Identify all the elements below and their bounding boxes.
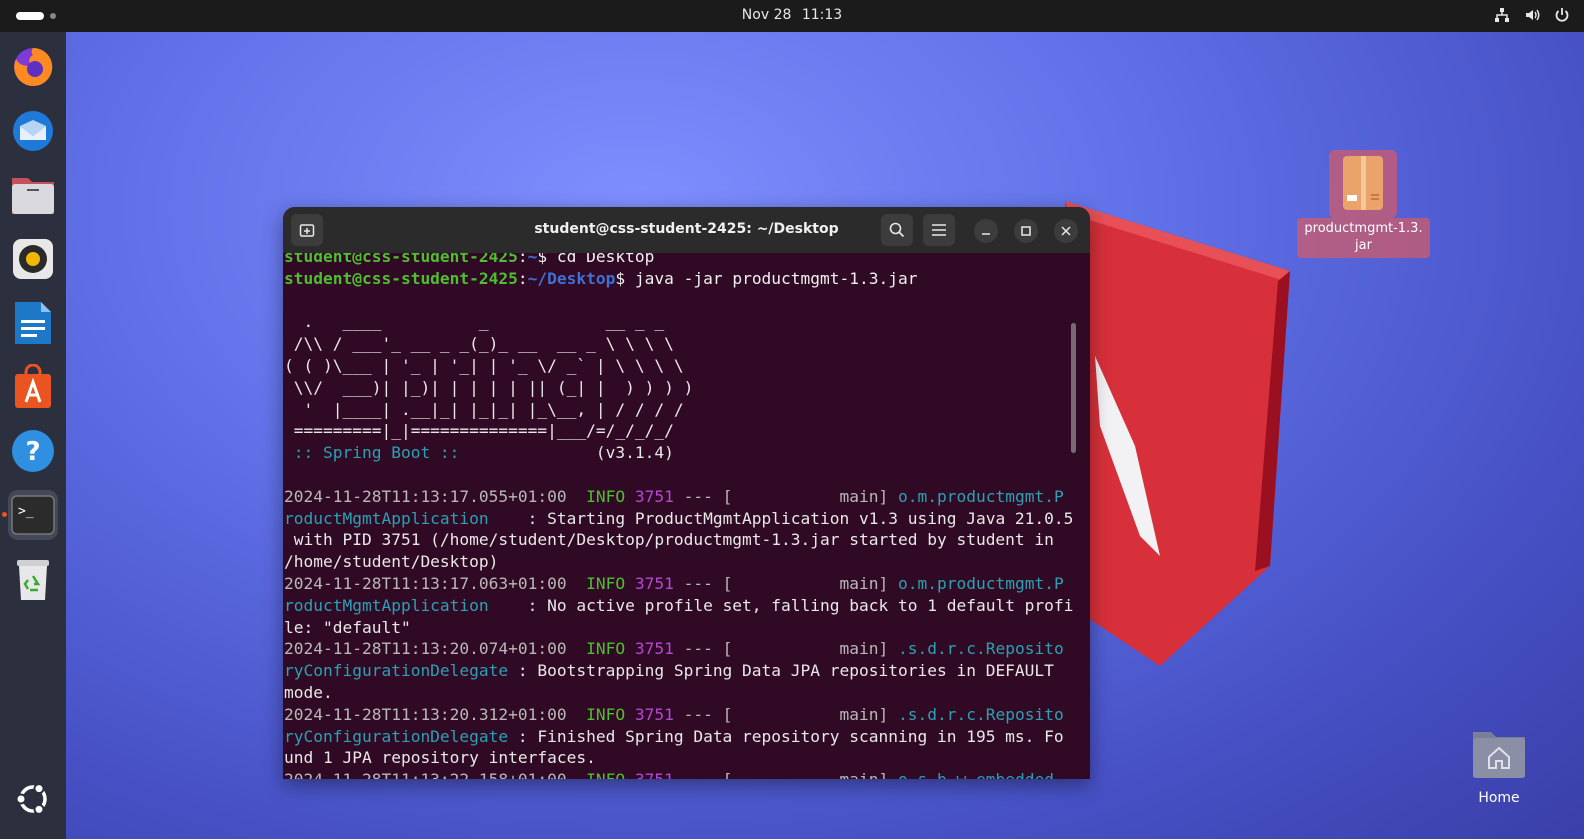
dock-files[interactable] <box>8 170 58 220</box>
close-icon <box>1061 226 1071 236</box>
minimize-icon <box>982 233 990 235</box>
desktop-home-folder[interactable]: Home <box>1466 726 1532 816</box>
app-center-icon <box>15 364 51 408</box>
log-line: with PID 3751 (/home/student/Desktop/pro… <box>284 530 1054 550</box>
banner-line: /\\ / ___'_ __ _ _(_)_ __ __ _ \ \ \ \ <box>284 334 674 354</box>
files-icon <box>12 178 54 214</box>
log-line: roductMgmtApplication : Starting Product… <box>284 508 1074 528</box>
dock-terminal[interactable]: >_ <box>8 490 58 540</box>
power-icon <box>1555 8 1569 22</box>
dock-thunderbird[interactable] <box>8 106 58 156</box>
maximize-button[interactable] <box>1014 219 1038 243</box>
search-icon <box>889 222 905 238</box>
top-bar: Nov 28 11:13 <box>0 0 1584 32</box>
banner-line: \\/ ___)| |_)| | | | | || (_| | ) ) ) ) <box>284 377 694 397</box>
jar-icon-highlight <box>1329 150 1397 218</box>
firefox-icon <box>14 47 53 86</box>
dock-help[interactable]: ? <box>8 426 58 476</box>
clock-date: Nov 28 <box>741 7 792 23</box>
help-icon: ? <box>12 430 54 472</box>
banner-line: . ____ _ __ _ _ <box>284 312 665 332</box>
system-tray[interactable] <box>1494 7 1570 23</box>
log-line: 2024-11-28T11:13:20.312+01:00 INFO 3751 … <box>284 704 1064 724</box>
home-folder-label: Home <box>1478 790 1520 806</box>
terminal-line-prev-command: student@css-student-2425:~$ cd Desktop <box>284 253 655 266</box>
clock-time: 11:13 <box>801 7 843 23</box>
terminal-running-indicator <box>2 512 7 517</box>
ubuntu-icon <box>15 783 47 815</box>
log-line: 2024-11-28T11:13:20.074+01:00 INFO 3751 … <box>284 639 1064 659</box>
svg-text:>_: >_ <box>18 504 34 519</box>
banner-line: =========|_|==============|___/=/_/_/_/ <box>284 421 674 441</box>
dock: ? >_ <box>0 32 66 839</box>
hamburger-menu-icon <box>932 224 946 236</box>
terminal-lines: student@css-student-2425:~$ cd Desktop st… <box>284 253 1073 779</box>
log-line: und 1 JPA repository interfaces. <box>284 748 596 768</box>
banner-line: ' |____| .__|_| |_|_| |_\__, | / / / / <box>284 399 684 419</box>
network-icon <box>1495 8 1509 22</box>
terminal-scrollbar[interactable] <box>1071 323 1076 453</box>
search-button[interactable] <box>881 214 913 246</box>
close-button[interactable] <box>1054 219 1078 243</box>
home-folder-icon <box>1473 732 1525 778</box>
svg-text:?: ? <box>25 437 40 467</box>
trash-icon <box>17 560 49 600</box>
log-line: 2024-11-28T11:13:17.055+01:00 INFO 3751 … <box>284 486 1064 506</box>
dock-rhythmbox[interactable] <box>8 234 58 284</box>
terminal-line-command: student@css-student-2425:~/Desktop$ java… <box>284 268 918 288</box>
dock-app-center[interactable] <box>8 362 58 412</box>
jar-file-label: productmgmt-1.3. jar <box>1297 218 1430 258</box>
banner-line: ( ( )\___ | '_ | '_| | '_ \/ _` | \ \ \ … <box>284 355 684 375</box>
log-line: ryConfigurationDelegate : Finished Sprin… <box>284 726 1064 746</box>
terminal-title: student@css-student-2425: ~/Desktop <box>534 221 839 237</box>
log-line: le: "default" <box>284 617 411 637</box>
dock-writer[interactable] <box>8 298 58 348</box>
terminal-header-bar[interactable]: student@css-student-2425: ~/Desktop <box>283 207 1090 253</box>
clock[interactable]: Nov 28 11:13 <box>0 7 1584 23</box>
dock-firefox[interactable] <box>8 42 58 92</box>
terminal-window[interactable]: student@css-student-2425: ~/Desktop stud… <box>283 207 1090 779</box>
log-line: /home/student/Desktop) <box>284 552 499 572</box>
log-line: 2024-11-28T11:13:17.063+01:00 INFO 3751 … <box>284 573 1064 593</box>
volume-icon <box>1526 9 1540 21</box>
log-line: mode. <box>284 682 333 702</box>
spring-boot-version-line: :: Spring Boot :: (v3.1.4) <box>284 443 674 463</box>
log-line: ryConfigurationDelegate : Bootstrapping … <box>284 661 1054 681</box>
minimize-button[interactable] <box>974 219 998 243</box>
menu-button[interactable] <box>923 214 955 246</box>
log-line-partial: 2024-11-28T11:13:22.158+01:00 INFO 3751 … <box>284 769 1073 779</box>
package-icon <box>1343 156 1383 210</box>
log-line: roductMgmtApplication : No active profil… <box>284 595 1074 615</box>
maximize-icon <box>1021 226 1031 236</box>
dock-show-apps[interactable] <box>8 774 58 824</box>
writer-icon <box>15 302 51 344</box>
rhythmbox-icon <box>13 239 53 279</box>
desktop-file-jar[interactable]: productmgmt-1.3. jar <box>1297 150 1430 258</box>
thunderbird-icon <box>13 111 53 151</box>
terminal-icon: >_ <box>11 495 55 535</box>
terminal-output[interactable]: student@css-student-2425:~$ cd Desktop st… <box>284 253 1080 779</box>
dock-trash[interactable] <box>8 554 58 604</box>
